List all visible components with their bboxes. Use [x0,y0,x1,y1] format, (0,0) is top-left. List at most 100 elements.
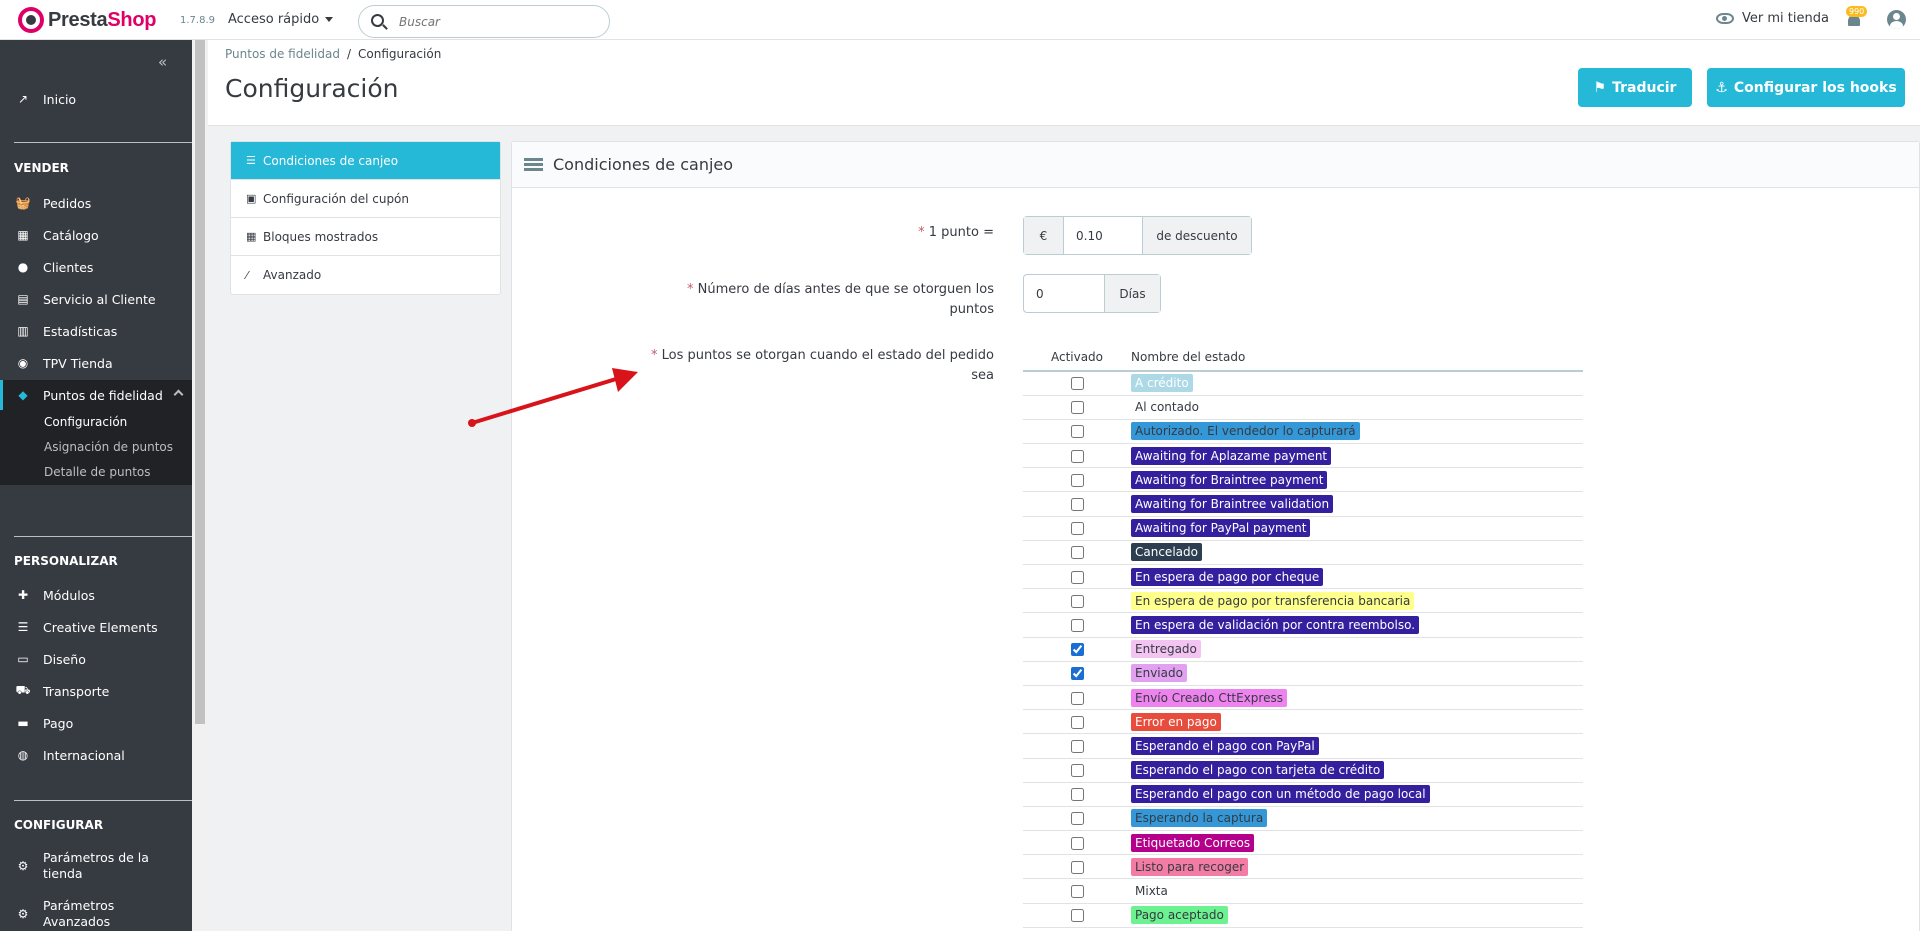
table-row: Autorizado. El vendedor lo capturará [1023,419,1583,445]
state-badge: Awaiting for Braintree validation [1131,495,1334,514]
state-checkbox[interactable] [1070,812,1084,826]
collapse-sidebar-icon[interactable]: « [158,53,167,71]
sidebar-item-label: Estadísticas [43,323,118,339]
state-checkbox[interactable] [1070,498,1084,512]
tab-advanced[interactable]: ⁄ Avanzado [231,256,500,294]
state-checkbox[interactable] [1070,449,1084,463]
scrollbar-thumb[interactable] [195,40,205,724]
state-checkbox[interactable] [1070,546,1084,560]
state-name-cell: Enviado [1131,661,1583,686]
shop-params-line2: tienda [43,866,83,881]
sidebar-item-label: Inicio [43,91,77,107]
view-shop-link[interactable]: Ver mi tienda [1716,11,1829,26]
translate-button[interactable]: ⚑ Traducir [1578,68,1692,107]
sidebar-item-label: Pago [43,715,74,731]
tab-redeem-conditions[interactable]: ☰ Condiciones de canjeo [231,142,500,180]
sidebar-item-adv-params[interactable]: ⚙ Parámetros Avanzados [0,892,192,931]
sidebar-item-shipping[interactable]: ⛟ Transporte [0,676,192,706]
state-checkbox[interactable] [1070,836,1084,850]
required-mark: * [687,282,694,297]
state-checkbox[interactable] [1070,788,1084,802]
state-badge: En espera de validación por contra reemb… [1131,615,1420,634]
configure-hooks-button[interactable]: ⚓ Configurar los hooks [1707,68,1905,107]
state-checkbox[interactable] [1070,522,1084,536]
sidebar-scrollbar[interactable] [192,40,208,931]
table-row: Al contado [1023,395,1583,420]
account-circle-icon: ● [17,260,29,274]
quick-access-dropdown[interactable]: Acceso rápido [228,12,333,27]
grid-icon: ▦ [246,230,257,243]
state-checkbox[interactable] [1070,691,1084,705]
point-value-input[interactable] [1064,217,1142,254]
state-badge: Listo para recoger [1131,857,1249,876]
state-checkbox[interactable] [1070,739,1084,753]
prestashop-logo[interactable]: PrestaShop [18,7,156,33]
sidebar-item-shop-params[interactable]: ⚙ Parámetros de la tienda [0,844,192,888]
state-badge: Esperando la captura [1131,809,1268,828]
sidebar-item-catalog[interactable]: ▦ Catálogo [0,220,192,250]
logo-text-a: Presta [48,8,108,31]
state-checkbox[interactable] [1070,909,1084,923]
state-checkbox[interactable] [1070,643,1084,657]
search-box[interactable] [358,5,610,38]
state-checkbox[interactable] [1070,425,1084,439]
sidebar-item-payment[interactable]: ▬ Pago [0,708,192,738]
sidebar-item-pos[interactable]: ◉ TPV Tienda [0,348,192,378]
days-input[interactable] [1024,275,1104,312]
submenu-item-assign[interactable]: Asignación de puntos [0,435,192,460]
state-name-cell: Cancelado [1131,540,1583,566]
state-name-cell: Esperando el pago con tarjeta de crédito [1131,758,1583,783]
divider [14,536,192,537]
sidebar-item-design[interactable]: ▭ Diseño [0,644,192,674]
store-icon: ▦ [17,228,29,242]
breadcrumb-parent[interactable]: Puntos de fidelidad [225,47,340,61]
point-value-label-text: 1 punto = [928,225,994,240]
submenu-item-config[interactable]: Configuración [0,410,192,435]
table-row: A crédito [1023,371,1583,396]
sidebar-item-modules[interactable]: ✚ Módulos [0,580,192,610]
table-row: Awaiting for PayPal payment [1023,516,1583,541]
state-checkbox[interactable] [1070,473,1084,487]
shop-params-line1: Parámetros de la [43,850,149,865]
state-checkbox[interactable] [1070,885,1084,899]
state-checkbox[interactable] [1070,715,1084,729]
annotation-arrow [468,368,638,427]
days-label: * Número de días antes de que se otorgue… [687,280,994,320]
user-account-icon[interactable] [1887,10,1906,29]
state-checkbox[interactable] [1070,570,1084,584]
sidebar-item-international[interactable]: ◍ Internacional [0,740,192,770]
table-row: Esperando el pago con PayPal [1023,733,1583,759]
sidebar-item-home[interactable]: ↗ Inicio [0,84,192,114]
state-checkbox[interactable] [1070,860,1084,874]
table-row: Mixta [1023,878,1583,904]
submenu-item-detail[interactable]: Detalle de puntos [0,460,192,485]
state-checkbox[interactable] [1070,377,1084,391]
state-checkbox[interactable] [1070,764,1084,778]
tab-blocks-shown[interactable]: ▦ Bloques mostrados [231,218,500,256]
sidebar-item-customer-service[interactable]: ▤ Servicio al Cliente [0,284,192,314]
notifications-button[interactable]: 990 [1846,6,1868,28]
sidebar-item-creative[interactable]: ☰ Creative Elements [0,612,192,642]
state-checkbox[interactable] [1070,401,1084,415]
state-checkbox[interactable] [1070,618,1084,632]
state-checkbox[interactable] [1070,667,1084,681]
configure-hooks-label: Configurar los hooks [1733,79,1897,96]
chevron-up-icon [173,389,184,400]
search-input[interactable] [399,12,599,32]
state-name-cell: Al contado [1131,395,1583,420]
state-badge: Mixta [1135,884,1168,899]
sidebar-item-label: Catálogo [43,227,99,243]
sidebar-item-orders[interactable]: 🧺 Pedidos [0,188,192,218]
state-name-cell: Awaiting for Aplazame payment [1131,443,1583,469]
state-checkbox-cell [1023,758,1131,783]
sidebar-item-loyalty[interactable]: ◆ Puntos de fidelidad [0,380,192,410]
state-checkbox[interactable] [1070,594,1084,608]
tab-voucher-config[interactable]: ▣ Configuración del cupón [231,180,500,218]
state-badge: Enviado [1131,664,1187,683]
money-icon: ▣ [246,192,257,205]
sidebar-item-stats[interactable]: ▥ Estadísticas [0,316,192,346]
sidebar-item-customers[interactable]: ● Clientes [0,252,192,282]
state-badge: En espera de pago por transferencia banc… [1131,591,1415,610]
list-icon: ☰ [246,154,256,167]
state-badge: Esperando el pago con PayPal [1131,736,1319,755]
